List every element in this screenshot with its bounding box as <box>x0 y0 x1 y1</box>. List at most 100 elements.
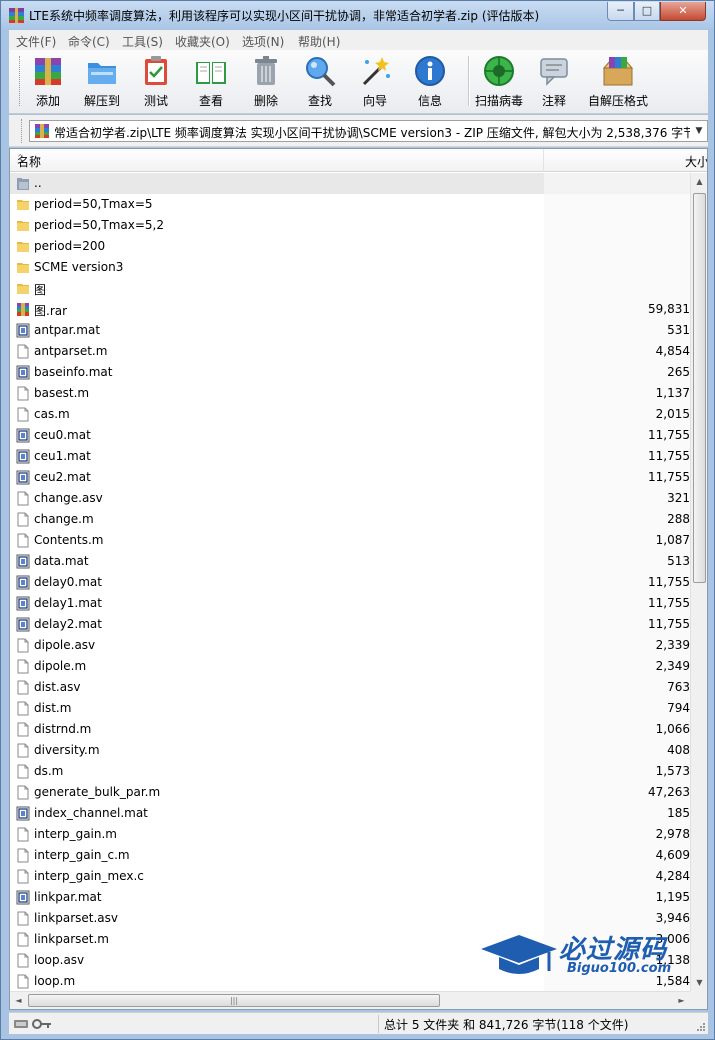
comment-button[interactable]: 注释 <box>529 54 579 110</box>
table-row[interactable]: Contents.m 1,087 <box>10 530 690 551</box>
delete-button[interactable]: 删除 <box>241 54 291 110</box>
toolbar-grip[interactable] <box>19 56 22 106</box>
vertical-scrollbar[interactable]: ▲ ▼ <box>690 173 707 991</box>
address-bar-grip[interactable] <box>21 119 24 143</box>
scroll-right-icon[interactable]: ► <box>673 992 690 1009</box>
size-cell <box>544 173 690 194</box>
maximize-button[interactable]: □ <box>634 2 660 21</box>
info-button[interactable]: 信息 <box>405 54 455 110</box>
mat-icon <box>16 554 30 569</box>
name-column-header[interactable]: 名称 ^ <box>10 149 544 172</box>
menu-command[interactable]: 命令(C) <box>68 33 110 50</box>
table-row[interactable]: SCME version3 <box>10 257 690 278</box>
table-row[interactable]: basest.m 1,137 <box>10 383 690 404</box>
test-button[interactable]: 测试 <box>131 54 181 110</box>
table-row[interactable]: dipole.m 2,349 <box>10 656 690 677</box>
scroll-down-icon[interactable]: ▼ <box>691 974 707 991</box>
size-cell: 1,137 <box>544 383 690 404</box>
size-cell: 11,755 <box>544 425 690 446</box>
file-name: interp_gain.m <box>34 827 117 841</box>
table-row[interactable]: interp_gain_c.m 4,609 <box>10 845 690 866</box>
table-row[interactable]: data.mat 513 <box>10 551 690 572</box>
file-name: basest.m <box>34 386 90 400</box>
name-cell: dist.asv <box>10 677 544 698</box>
wizard-button[interactable]: 向导 <box>350 54 400 110</box>
file-size: 2,339 <box>655 638 690 652</box>
toolbar-separator <box>468 56 470 106</box>
mat-icon <box>16 575 30 590</box>
key-lock-icon <box>14 1019 51 1029</box>
table-row[interactable]: dipole.asv 2,339 <box>10 635 690 656</box>
menu-tools[interactable]: 工具(S) <box>122 33 163 50</box>
table-row[interactable]: ceu0.mat 11,755 <box>10 425 690 446</box>
file-size: 11,755 <box>648 428 690 442</box>
extract-button[interactable]: 解压到 <box>77 54 127 110</box>
table-row[interactable]: antparset.m 4,854 <box>10 341 690 362</box>
chevron-down-icon[interactable]: ▼ <box>692 123 706 139</box>
table-row[interactable]: index_channel.mat 185 <box>10 803 690 824</box>
file-icon <box>17 491 29 506</box>
minimize-button[interactable]: ─ <box>607 2 634 21</box>
vertical-scroll-thumb[interactable] <box>693 193 706 583</box>
title-bar[interactable]: LTE系统中频率调度算法，利用该程序可以实现小区间干扰协调，非常适合初学者.zi… <box>1 1 714 29</box>
table-row[interactable]: .. <box>10 173 690 194</box>
close-button[interactable]: ✕ <box>660 2 706 21</box>
book-icon <box>196 62 226 84</box>
menu-help[interactable]: 帮助(H) <box>298 33 340 50</box>
name-cell: delay0.mat <box>10 572 544 593</box>
table-row[interactable]: period=200 <box>10 236 690 257</box>
rar-icon <box>17 303 29 316</box>
size-cell: 794 <box>544 698 690 719</box>
mat-icon <box>16 470 30 485</box>
resize-grip-icon[interactable] <box>696 1022 706 1032</box>
table-row[interactable]: 图.rar 59,831 <box>10 299 690 320</box>
file-name: dipole.asv <box>34 638 96 652</box>
view-button[interactable]: 查看 <box>186 54 236 110</box>
table-row[interactable]: dist.asv 763 <box>10 677 690 698</box>
table-row[interactable]: ceu1.mat 11,755 <box>10 446 690 467</box>
table-row[interactable]: linkparset.asv 3,946 <box>10 908 690 929</box>
table-row[interactable]: cas.m 2,015 <box>10 404 690 425</box>
name-cell: linkpar.mat <box>10 887 544 908</box>
add-button[interactable]: 添加 <box>23 54 73 110</box>
table-row[interactable]: dist.m 794 <box>10 698 690 719</box>
menu-favorites[interactable]: 收藏夹(O) <box>175 33 230 50</box>
table-row[interactable]: linkpar.mat 1,195 <box>10 887 690 908</box>
menu-options[interactable]: 选项(N) <box>242 33 284 50</box>
table-row[interactable]: 图 <box>10 278 690 299</box>
table-row[interactable]: ds.m 1,573 <box>10 761 690 782</box>
table-row[interactable]: delay2.mat 11,755 <box>10 614 690 635</box>
table-row[interactable]: delay0.mat 11,755 <box>10 572 690 593</box>
name-cell: dipole.asv <box>10 635 544 656</box>
table-row[interactable]: interp_gain_mex.c 4,284 <box>10 866 690 887</box>
table-row[interactable]: delay1.mat 11,755 <box>10 593 690 614</box>
name-cell: loop.m <box>10 971 544 992</box>
table-row[interactable]: baseinfo.mat 265 <box>10 362 690 383</box>
find-button[interactable]: 查找 <box>295 54 345 110</box>
table-row[interactable]: interp_gain.m 2,978 <box>10 824 690 845</box>
path-combobox[interactable]: 常适合初学者.zip\LTE 频率调度算法 实现小区间干扰协调\SCME ver… <box>29 120 708 142</box>
size-cell: 2,015 <box>544 404 690 425</box>
scrollbar-corner <box>690 991 707 1009</box>
table-row[interactable]: period=50,Tmax=5 <box>10 194 690 215</box>
virus-scan-button[interactable]: 扫描病毒 <box>471 54 527 110</box>
table-row[interactable]: change.asv 321 <box>10 488 690 509</box>
table-row[interactable]: period=50,Tmax=5,2 <box>10 215 690 236</box>
size-column-header[interactable]: 大小 <box>545 149 707 172</box>
file-icon <box>17 911 29 926</box>
graduation-cap-logo-icon <box>481 935 557 974</box>
table-row[interactable]: ceu2.mat 11,755 <box>10 467 690 488</box>
scroll-left-icon[interactable]: ◄ <box>10 992 27 1009</box>
table-row[interactable]: generate_bulk_par.m 47,263 <box>10 782 690 803</box>
table-row[interactable]: distrnd.m 1,066 <box>10 719 690 740</box>
sfx-button[interactable]: 自解压格式 <box>585 54 651 110</box>
scroll-up-icon[interactable]: ▲ <box>691 173 707 190</box>
menu-file[interactable]: 文件(F) <box>16 33 56 50</box>
name-cell: .. <box>10 173 544 194</box>
table-row[interactable]: antpar.mat 531 <box>10 320 690 341</box>
table-row[interactable]: diversity.m 408 <box>10 740 690 761</box>
file-name: linkparset.m <box>34 932 109 946</box>
table-row[interactable]: change.m 288 <box>10 509 690 530</box>
horizontal-scrollbar[interactable]: ◄ ||| ► <box>10 991 690 1009</box>
horizontal-scroll-thumb[interactable]: ||| <box>28 994 440 1007</box>
